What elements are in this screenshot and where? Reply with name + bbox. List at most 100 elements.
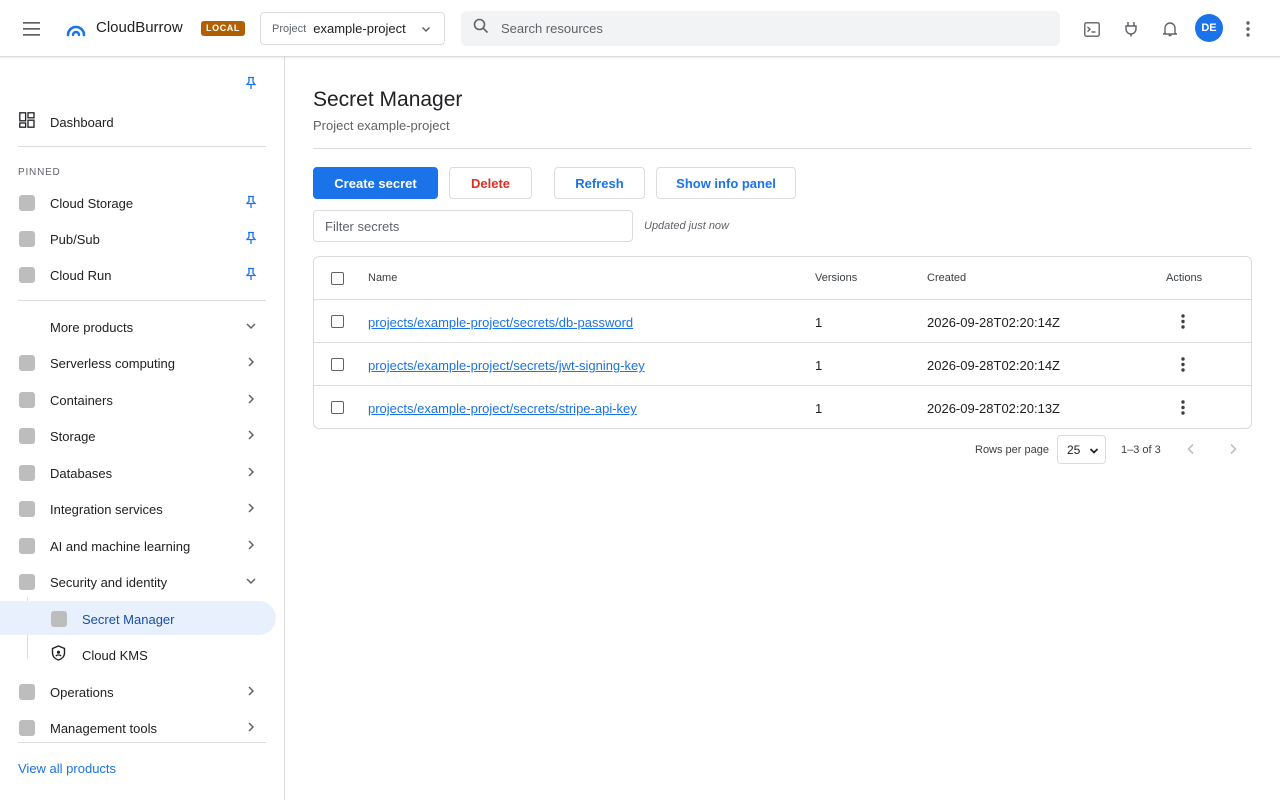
secret-name-link[interactable]: projects/example-project/secrets/stripe-… [368,401,637,416]
next-page-chevron-right-icon[interactable] [1224,440,1242,458]
page-title: Secret Manager [313,88,463,111]
delete-button[interactable]: Delete [449,167,532,199]
sidebar-item-databases[interactable]: Databases [0,455,276,489]
product-icon [19,392,35,408]
product-icon [19,501,35,517]
sidebar-item-label: Secret Manager [82,612,175,627]
row-actions-more-vertical-icon[interactable] [1174,312,1192,330]
table-row: projects/example-project/secrets/jwt-sig… [314,343,1251,386]
show-info-panel-button[interactable]: Show info panel [656,167,796,199]
sidebar-item-label: Serverless computing [50,356,175,371]
sidebar-item-label: Containers [50,393,113,408]
sidebar-item-cloud-run[interactable]: Cloud Run [0,257,276,291]
sidebar-item-operations[interactable]: Operations [0,674,276,708]
row-actions-more-vertical-icon[interactable] [1174,398,1192,416]
pinned-header: PINNED [18,167,61,178]
plug-icon[interactable] [1119,17,1143,41]
chevron-right-icon [244,355,258,374]
secret-name-link[interactable]: projects/example-project/secrets/db-pass… [368,315,633,330]
project-picker[interactable]: Project example-project [260,12,445,45]
sidebar-item-label: Security and identity [50,575,168,590]
column-header-versions[interactable]: Versions [815,272,857,284]
pin-icon[interactable] [244,267,258,286]
row-actions-more-vertical-icon[interactable] [1174,355,1192,373]
sidebar-item-label: Management tools [50,721,157,736]
sidebar-divider [18,742,266,743]
more-vertical-icon[interactable] [1236,17,1260,41]
sidebar-item-label: Cloud KMS [82,648,148,663]
terminal-icon[interactable] [1080,17,1104,41]
search-icon [473,18,489,39]
column-header-name[interactable]: Name [368,272,397,284]
product-icon [19,538,35,554]
header-divider [313,148,1252,149]
pin-sidebar-icon[interactable] [244,76,258,95]
pin-icon[interactable] [244,195,258,214]
sidebar-item-label: Databases [50,466,113,481]
chevron-right-icon [244,428,258,447]
sidebar-item-dashboard[interactable]: Dashboard [0,104,276,138]
sidebar-item-label: AI and machine learning [50,539,191,554]
top-bar: CloudBurrow LOCAL Project example-projec… [0,0,1280,57]
chevron-right-icon [244,501,258,520]
bell-icon[interactable] [1158,17,1182,41]
sidebar-item-ai-machine-learning[interactable]: AI and machine learning [0,528,276,562]
product-icon [19,428,35,444]
table-header: Name Versions Created Actions [314,257,1251,300]
updated-status: Updated just now [644,220,729,232]
hamburger-menu-icon[interactable] [16,13,48,45]
chevron-down-icon [244,319,258,338]
row-checkbox[interactable] [331,358,344,371]
sidebar-item-label: Operations [50,685,114,700]
sidebar-item-containers[interactable]: Containers [0,382,276,416]
select-all-checkbox[interactable] [331,272,344,285]
product-icon [19,267,35,283]
filter-secrets-input[interactable] [313,210,633,242]
refresh-button[interactable]: Refresh [554,167,645,199]
sidebar-item-pubsub[interactable]: Pub/Sub [0,221,276,255]
pin-icon[interactable] [244,231,258,250]
table-row: projects/example-project/secrets/db-pass… [314,300,1251,343]
project-picker-value: example-project [313,21,406,36]
product-icon [19,195,35,211]
rows-per-page-value: 25 [1067,442,1081,457]
sidebar-item-security-identity[interactable]: Security and identity [0,564,276,598]
product-icon [19,720,35,736]
chevron-down-icon [244,574,258,593]
search-input[interactable] [501,21,1021,36]
secret-name-link[interactable]: projects/example-project/secrets/jwt-sig… [368,358,645,373]
avatar[interactable]: DE [1195,14,1223,42]
shield-icon [51,645,66,666]
column-header-actions: Actions [1166,272,1203,284]
sidebar-item-serverless-computing[interactable]: Serverless computing [0,345,276,379]
sidebar-item-secret-manager[interactable]: Secret Manager [0,601,276,635]
secret-versions: 1 [815,358,823,373]
sidebar-item-label: Integration services [50,502,163,517]
app-title[interactable]: CloudBurrow [96,19,183,36]
row-checkbox[interactable] [331,315,344,328]
main-content: Secret Manager Project example-project C… [285,57,1280,800]
sidebar-item-cloud-storage[interactable]: Cloud Storage [0,185,276,219]
sidebar-item-more-products[interactable]: More products [0,309,276,343]
view-all-products-link[interactable]: View all products [18,761,116,776]
secret-created: 2026-09-28T02:20:13Z [927,401,1060,416]
sidebar-item-label: Storage [50,429,96,444]
sidebar-item-cloud-kms[interactable]: Cloud KMS [0,637,276,671]
cloud-logo-icon [64,17,88,41]
secret-created: 2026-09-28T02:20:14Z [927,315,1060,330]
sidebar-item-label: Dashboard [50,115,114,130]
create-secret-button[interactable]: Create secret [313,167,438,199]
rows-per-page-select[interactable]: 25 [1057,435,1106,464]
sidebar-item-integration-services[interactable]: Integration services [0,491,276,525]
product-icon [19,465,35,481]
sidebar-item-label: More products [50,320,134,335]
previous-page-chevron-left-icon[interactable] [1182,440,1200,458]
sidebar-item-label: Cloud Storage [50,196,134,211]
column-header-created[interactable]: Created [927,272,966,284]
env-badge: LOCAL [201,21,245,36]
search-bar [461,11,1060,46]
sidebar-item-storage[interactable]: Storage [0,418,276,452]
sidebar-item-management-tools[interactable]: Management tools [0,710,276,744]
secrets-table: Name Versions Created Actions projects/e… [313,256,1252,429]
row-checkbox[interactable] [331,401,344,414]
